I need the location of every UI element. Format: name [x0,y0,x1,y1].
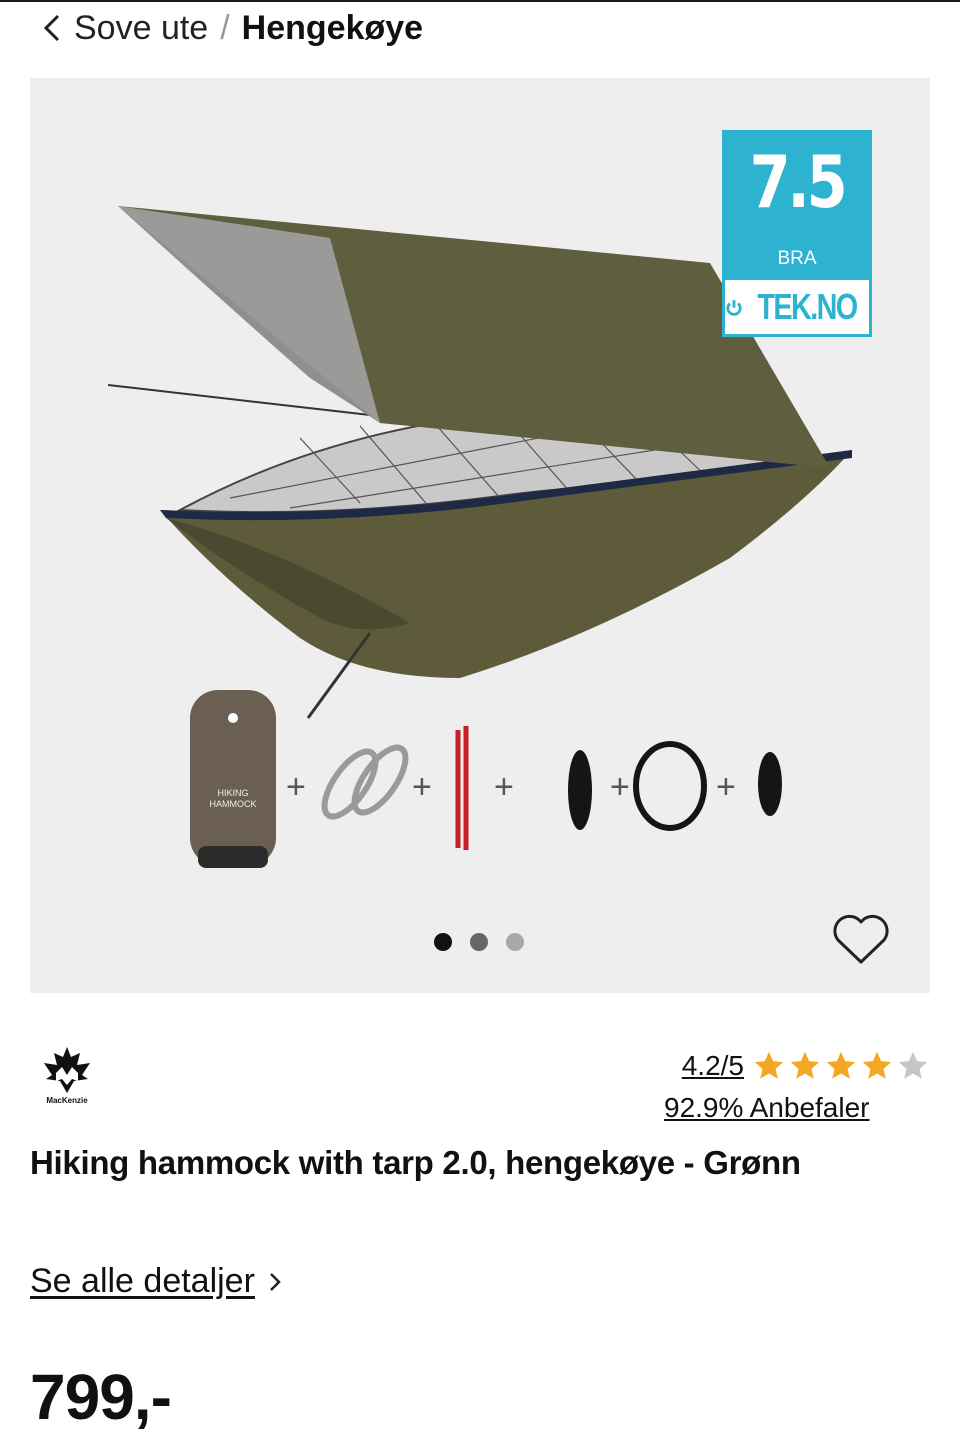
svg-text:HAMMOCK: HAMMOCK [210,799,257,809]
review-score-badge[interactable]: 7.5 BRA TEK.NO [722,130,872,337]
top-divider [0,0,960,2]
see-all-details-label[interactable]: Se alle detaljer [30,1262,255,1301]
tent-stakes [455,726,469,850]
rope-coils [568,741,782,831]
svg-text:+: + [286,768,306,806]
rating-score[interactable]: 4.2/5 [682,1050,744,1082]
review-source-plate: TEK.NO [725,280,869,334]
svg-text:+: + [610,768,630,806]
breadcrumb: Sove ute / Hengekøye [38,6,423,50]
breadcrumb-current: Hengekøye [241,8,424,47]
rating-stars [752,1049,930,1083]
chevron-left-icon[interactable] [38,8,68,48]
recommend-percentage[interactable]: 92.9% Anbefaler [664,1092,870,1124]
brand-name: MacKenzie [46,1096,88,1105]
rating-summary[interactable]: 4.2/5 [682,1049,930,1083]
carousel-dot-active[interactable] [434,933,452,951]
breadcrumb-separator: / [220,8,230,47]
power-icon [726,300,742,316]
product-image-gallery[interactable]: HIKING HAMMOCK + + + + + 7.5 BRA TEK.NO [30,78,930,993]
star-icon-filled [790,1051,820,1079]
product-price: 799,- [30,1361,172,1433]
heart-icon[interactable] [832,912,890,966]
star-icon-filled [862,1051,892,1079]
breadcrumb-parent-link[interactable]: Sove ute [74,9,208,48]
star-icon-filled [754,1051,784,1079]
star-icon-filled [826,1051,856,1079]
carousel-dots [434,933,524,951]
svg-text:+: + [716,768,736,806]
stuff-sack: HIKING HAMMOCK [190,690,276,868]
review-source: TEK.NO [757,286,858,327]
see-all-details-link[interactable]: Se alle detaljer [30,1262,285,1301]
star-icon-empty [898,1051,928,1079]
carousel-dot[interactable] [506,933,524,951]
chevron-right-icon [270,1272,281,1291]
product-title: Hiking hammock with tarp 2.0, hengekøye … [30,1144,801,1181]
svg-text:+: + [412,768,432,806]
carabiners [321,744,409,820]
carousel-dot[interactable] [470,933,488,951]
review-verdict: BRA [777,248,817,269]
svg-text:+: + [494,768,514,806]
svg-text:HIKING: HIKING [217,788,248,798]
review-score: 7.5 [749,140,848,224]
brand-logo[interactable]: MacKenzie [36,1045,98,1107]
